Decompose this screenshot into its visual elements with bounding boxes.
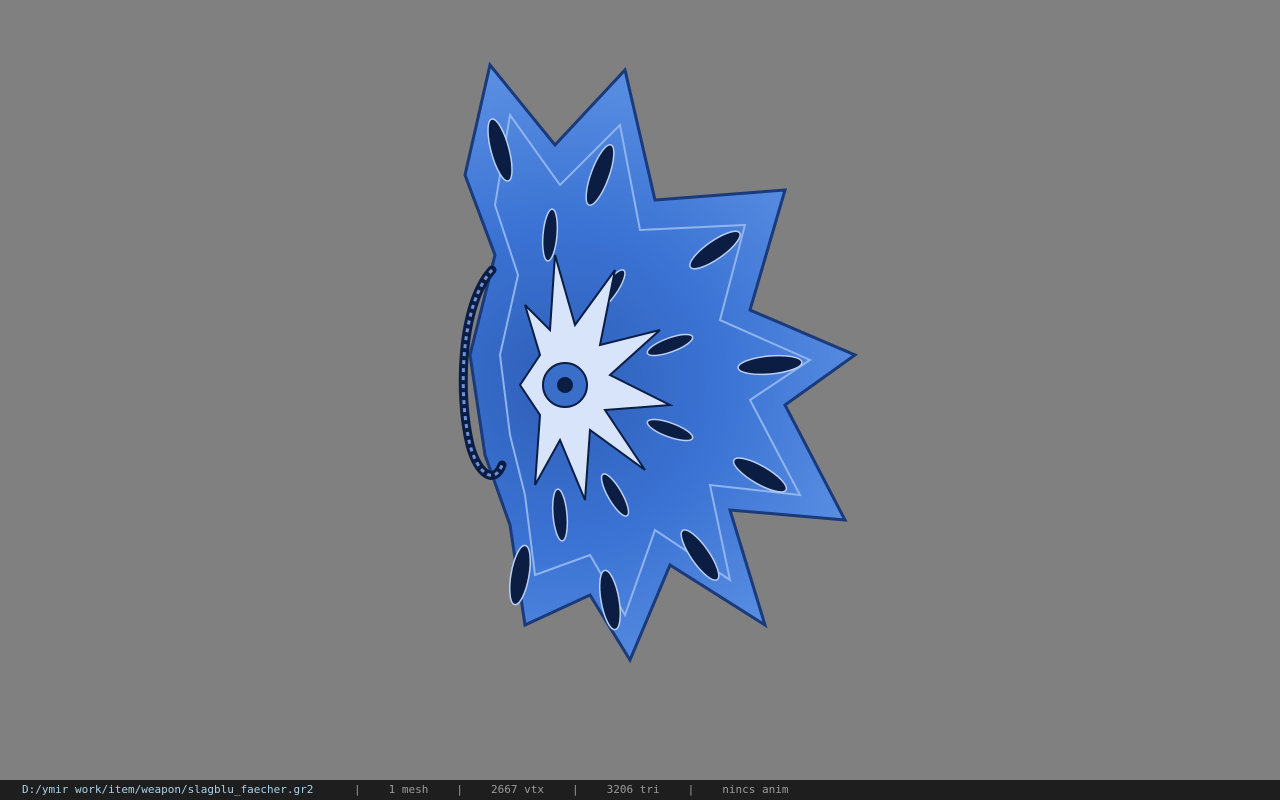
separator: | xyxy=(456,783,463,796)
triangle-count: 3206 tri xyxy=(606,783,660,796)
model-stats: | 1 mesh | 2667 vtx | 3206 tri | nincs anim xyxy=(354,780,788,800)
mesh-count: 1 mesh xyxy=(388,783,429,796)
fan-weapon-model[interactable] xyxy=(440,55,880,675)
separator: | xyxy=(354,783,361,796)
hub-dot xyxy=(557,377,573,393)
separator: | xyxy=(571,783,579,796)
3d-viewport[interactable] xyxy=(0,0,1280,780)
status-bar: D:/ymir work/item/weapon/slagblu_faecher… xyxy=(0,780,1280,800)
vertex-count: 2667 vtx xyxy=(491,783,544,796)
animation-status: nincs anim xyxy=(722,783,789,796)
file-path: D:/ymir work/item/weapon/slagblu_faecher… xyxy=(22,783,314,796)
